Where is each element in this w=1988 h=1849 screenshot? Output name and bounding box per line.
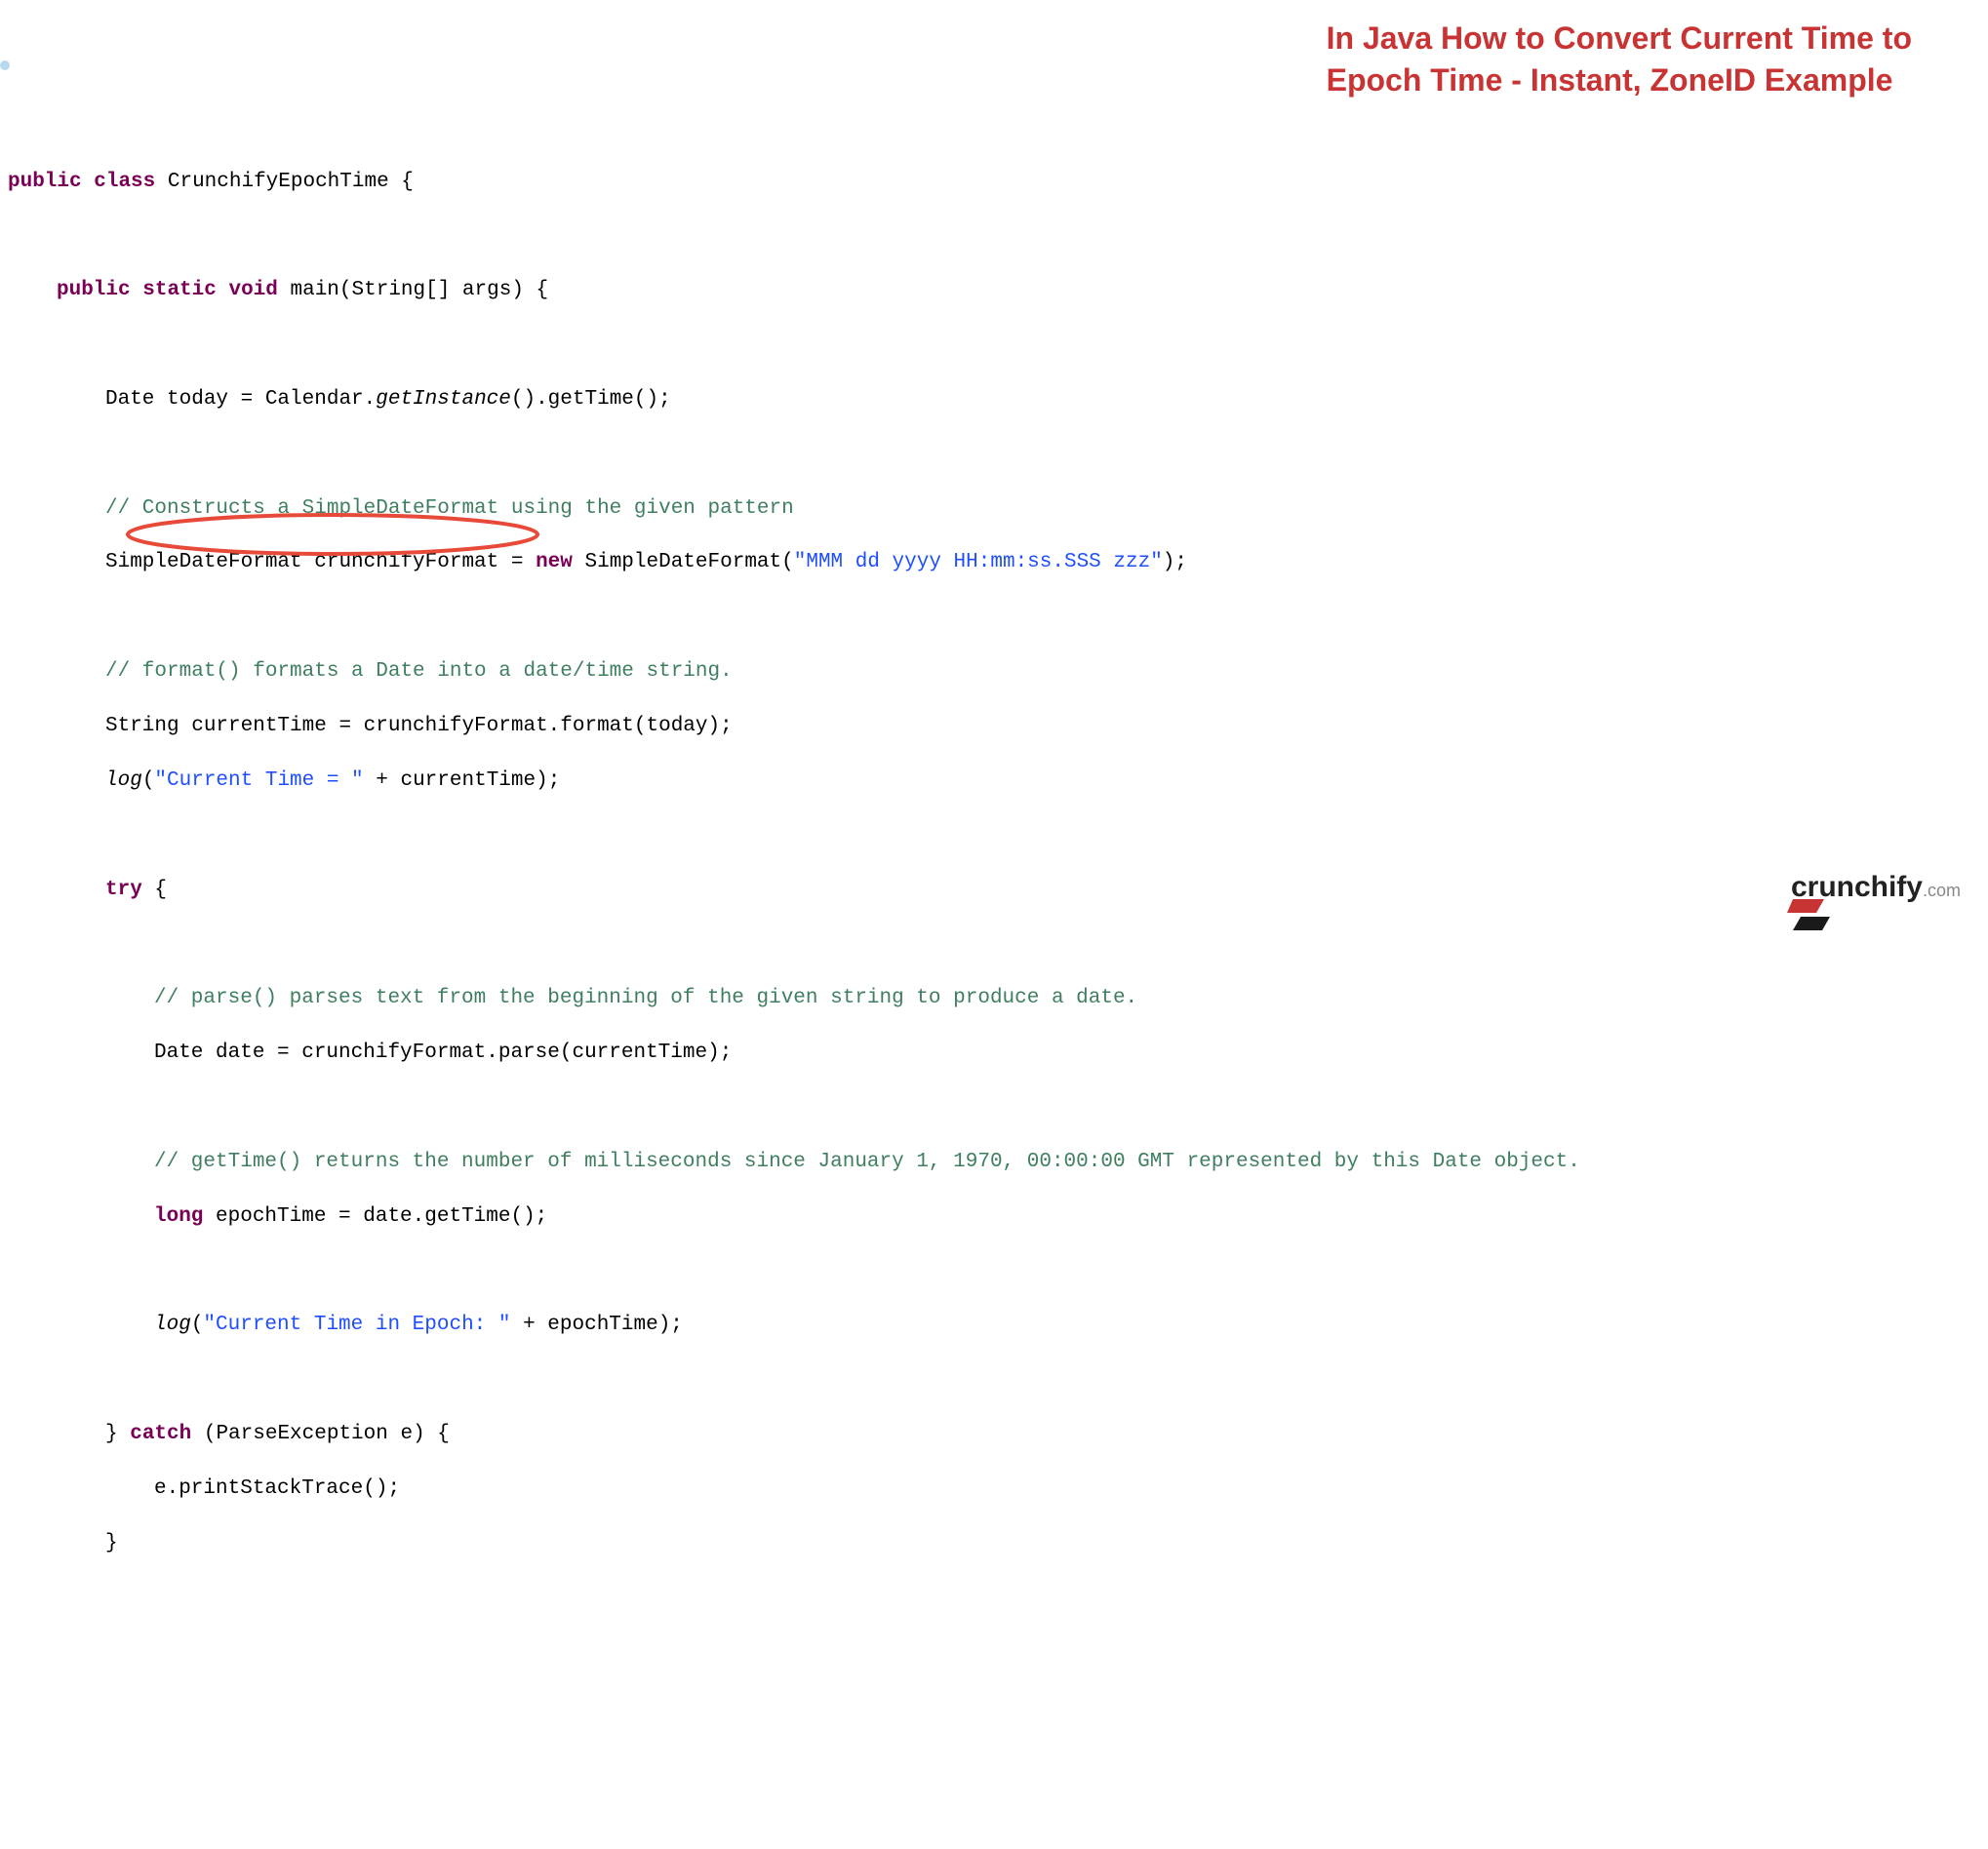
blank-line	[0, 822, 1988, 849]
code-line-13: long epochTime = date.getTime();	[0, 1203, 1988, 1231]
page-title-overlay: In Java How to Convert Current Time to E…	[1327, 18, 1912, 101]
string-literal: "MMM dd yyyy HH:mm:ss.SSS zzz"	[794, 551, 1163, 573]
code-text: ().getTime();	[511, 388, 671, 411]
code-line-8: log("Current Time = " + currentTime);	[0, 767, 1988, 795]
code-text: + currentTime);	[364, 769, 561, 792]
comment-text: // Constructs a SimpleDateFormat using t…	[105, 497, 794, 520]
blank-line	[0, 1257, 1988, 1284]
keyword-public: public	[57, 279, 131, 301]
code-text: (	[142, 769, 155, 792]
method-log: log	[154, 1314, 191, 1336]
brand-suffix: .com	[1923, 881, 1961, 900]
crunchify-logo-icon	[1738, 868, 1781, 907]
comment-text: // getTime() returns the number of milli…	[154, 1151, 1580, 1173]
code-line-12: // getTime() returns the number of milli…	[0, 1149, 1988, 1176]
code-text: {	[142, 879, 167, 901]
title-line-1: In Java How to Convert Current Time to	[1327, 18, 1912, 59]
code-text: e.printStackTrace();	[154, 1477, 400, 1500]
class-name: CrunchifyEpochTime {	[168, 171, 414, 193]
code-text: );	[1163, 551, 1187, 573]
code-line-14: log("Current Time in Epoch: " + epochTim…	[0, 1312, 1988, 1339]
method-signature: main(String[] args) {	[291, 279, 549, 301]
code-line-10: // parse() parses text from the beginnin…	[0, 985, 1988, 1012]
string-literal: "Current Time = "	[154, 769, 363, 792]
code-text: }	[105, 1532, 118, 1554]
code-text: String currentTime = crunchifyFormat.for…	[105, 715, 733, 737]
blank-line	[0, 604, 1988, 631]
code-line-4: // Constructs a SimpleDateFormat using t…	[0, 495, 1988, 523]
blank-line	[0, 1366, 1988, 1394]
code-line-2: public static void main(String[] args) {	[0, 277, 1988, 304]
code-text: Date date = crunchifyFormat.parse(curren…	[154, 1042, 732, 1064]
keyword-public: public	[8, 171, 82, 193]
method-getinstance: getInstance	[376, 388, 511, 411]
keyword-class: class	[94, 171, 155, 193]
brand-logo: crunchify.com	[1738, 868, 1961, 907]
title-line-2: Epoch Time - Instant, ZoneID Example	[1327, 59, 1912, 101]
keyword-new: new	[536, 551, 573, 573]
code-line-11: Date date = crunchifyFormat.parse(curren…	[0, 1040, 1988, 1067]
code-line-1: public class CrunchifyEpochTime {	[0, 169, 1988, 196]
blank-line	[0, 930, 1988, 958]
code-text: (	[191, 1314, 204, 1336]
method-log: log	[105, 769, 142, 792]
code-line-6: // format() formats a Date into a date/t…	[0, 658, 1988, 686]
code-line-7: String currentTime = crunchifyFormat.for…	[0, 713, 1988, 740]
blank-line	[0, 1094, 1988, 1121]
keyword-void: void	[228, 279, 277, 301]
comment-text: // format() formats a Date into a date/t…	[105, 660, 733, 683]
blank-line	[0, 222, 1988, 250]
code-line-3: Date today = Calendar.getInstance().getT…	[0, 386, 1988, 413]
string-literal: "Current Time in Epoch: "	[203, 1314, 510, 1336]
code-text: epochTime = date.getTime();	[203, 1205, 547, 1228]
code-text: + epochTime);	[510, 1314, 682, 1336]
keyword-try: try	[105, 879, 142, 901]
blank-line	[0, 332, 1988, 359]
code-line-9: try {	[0, 877, 1988, 904]
code-text: SimpleDateFormat crunchifyFormat =	[105, 551, 536, 573]
code-line-15: } catch (ParseException e) {	[0, 1421, 1988, 1448]
gutter-marker	[0, 60, 10, 70]
code-line-16: e.printStackTrace();	[0, 1475, 1988, 1503]
blank-line	[0, 441, 1988, 468]
keyword-long: long	[154, 1205, 203, 1228]
code-line-5: SimpleDateFormat crunchifyFormat = new S…	[0, 549, 1988, 576]
code-line-17: }	[0, 1530, 1988, 1557]
keyword-catch: catch	[130, 1423, 191, 1445]
comment-text: // parse() parses text from the beginnin…	[154, 987, 1137, 1009]
code-text: (ParseException e) {	[191, 1423, 450, 1445]
code-text: Date today = Calendar.	[105, 388, 376, 411]
keyword-static: static	[142, 279, 217, 301]
code-text: }	[105, 1423, 130, 1445]
code-text: SimpleDateFormat(	[573, 551, 794, 573]
